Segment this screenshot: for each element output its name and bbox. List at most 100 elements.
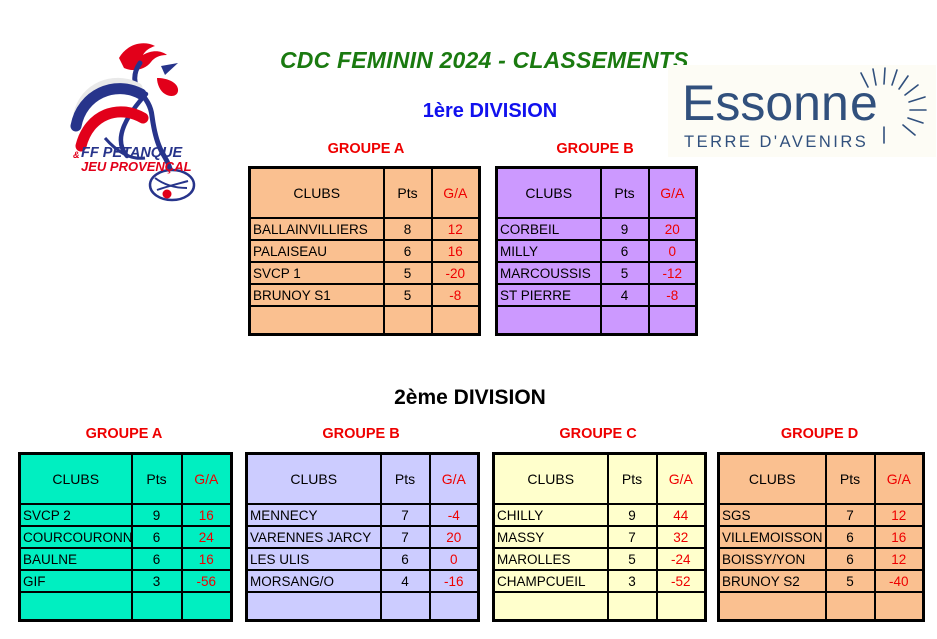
table-row: BAULNE 6 16 bbox=[18, 547, 233, 571]
table-header-row: CLUBS Pts G/A bbox=[495, 166, 698, 219]
cell-pts: 6 bbox=[824, 547, 876, 571]
cell-pts: 6 bbox=[382, 239, 433, 263]
ffpjp-wordmark-line2: JEU PROVENÇAL bbox=[81, 159, 192, 174]
cell-pts: 4 bbox=[599, 283, 650, 307]
table-row-empty bbox=[248, 305, 481, 336]
cell-ga: -40 bbox=[873, 569, 925, 593]
cell-pts-empty bbox=[130, 591, 183, 622]
table-header-row: CLUBS Pts G/A bbox=[18, 452, 233, 505]
table-row: ST PIERRE 4 -8 bbox=[495, 283, 698, 307]
cell-ga-empty bbox=[873, 591, 925, 622]
cell-pts: 6 bbox=[824, 525, 876, 549]
d2-groupe-a-caption: GROUPE A bbox=[85, 426, 163, 442]
cell-ga: -24 bbox=[655, 547, 707, 571]
cell-pts-empty bbox=[382, 305, 433, 336]
column-header-clubs: CLUBS bbox=[717, 452, 827, 505]
table-row: SVCP 2 9 16 bbox=[18, 503, 233, 527]
table-row: BRUNOY S1 5 -8 bbox=[248, 283, 481, 307]
cell-ga: -12 bbox=[647, 261, 698, 285]
cell-pts: 5 bbox=[606, 547, 658, 571]
table-row: CHAMPCUEIL 3 -52 bbox=[492, 569, 707, 593]
cell-ga-empty bbox=[430, 305, 481, 336]
d2-groupe-b-table: CLUBS Pts G/A MENNECY 7 -4 VARENNES JARC… bbox=[245, 452, 480, 622]
ffpjp-logo: & FF PETANQUE JEU PROVENÇAL bbox=[45, 18, 220, 203]
cell-ga: 16 bbox=[430, 239, 481, 263]
table-header-row: CLUBS Pts G/A bbox=[248, 166, 481, 219]
cell-club: MARCOUSSIS bbox=[495, 261, 602, 285]
column-header-pts: Pts bbox=[599, 166, 650, 219]
division-1-title: 1ère DIVISION bbox=[422, 100, 558, 122]
column-header-clubs: CLUBS bbox=[18, 452, 133, 505]
table-row: BOISSY/YON 6 12 bbox=[717, 547, 925, 571]
cell-club: LES ULIS bbox=[245, 547, 382, 571]
cell-ga: 20 bbox=[428, 525, 480, 549]
column-header-clubs: CLUBS bbox=[492, 452, 609, 505]
table-row: SVCP 1 5 -20 bbox=[248, 261, 481, 285]
cell-pts: 9 bbox=[606, 503, 658, 527]
cell-pts: 7 bbox=[379, 525, 431, 549]
table-header-row: CLUBS Pts G/A bbox=[717, 452, 925, 505]
table-row-empty bbox=[717, 591, 925, 622]
table-row: MORSANG/O 4 -16 bbox=[245, 569, 480, 593]
column-header-pts: Pts bbox=[379, 452, 431, 505]
essonne-tagline: TERRE D'AVENIRS bbox=[684, 133, 868, 151]
cell-club: VILLEMOISSON bbox=[717, 525, 827, 549]
table-row: BRUNOY S2 5 -40 bbox=[717, 569, 925, 593]
d2-groupe-a-table: CLUBS Pts G/A SVCP 2 9 16 COURCOURONNES … bbox=[18, 452, 233, 622]
cell-club: MASSY bbox=[492, 525, 609, 549]
cell-pts: 3 bbox=[130, 569, 183, 593]
cell-ga: 12 bbox=[873, 547, 925, 571]
cell-pts: 8 bbox=[382, 217, 433, 241]
table-row: VILLEMOISSON 6 16 bbox=[717, 525, 925, 549]
table-row: LES ULIS 6 0 bbox=[245, 547, 480, 571]
cell-club-empty bbox=[245, 591, 382, 622]
cell-pts: 9 bbox=[599, 217, 650, 241]
cell-club: COURCOURONNES bbox=[18, 525, 133, 549]
cell-club: BRUNOY S1 bbox=[248, 283, 385, 307]
cell-club: CHAMPCUEIL bbox=[492, 569, 609, 593]
cell-club: PALAISEAU bbox=[248, 239, 385, 263]
essonne-logo: Essonn e TERRE D'AVENIRS bbox=[668, 65, 936, 157]
cell-club-empty bbox=[18, 591, 133, 622]
cell-club: MAROLLES bbox=[492, 547, 609, 571]
cell-ga: 16 bbox=[873, 525, 925, 549]
column-header-clubs: CLUBS bbox=[248, 166, 385, 219]
cell-club: CHILLY bbox=[492, 503, 609, 527]
cell-club-empty bbox=[492, 591, 609, 622]
table-row: MAROLLES 5 -24 bbox=[492, 547, 707, 571]
table-row: CHILLY 9 44 bbox=[492, 503, 707, 527]
table-row: GIF 3 -56 bbox=[18, 569, 233, 593]
cell-club: MILLY bbox=[495, 239, 602, 263]
table-row: MASSY 7 32 bbox=[492, 525, 707, 549]
table-row-empty bbox=[18, 591, 233, 622]
cell-ga-empty bbox=[428, 591, 480, 622]
column-header-pts: Pts bbox=[130, 452, 183, 505]
d1-groupe-b-caption: GROUPE B bbox=[556, 141, 634, 157]
table-row-empty bbox=[495, 305, 698, 336]
table-header-row: CLUBS Pts G/A bbox=[245, 452, 480, 505]
d2-groupe-d-table: CLUBS Pts G/A SGS 7 12 VILLEMOISSON 6 16… bbox=[717, 452, 925, 622]
cell-club-empty bbox=[495, 305, 602, 336]
cell-ga: 24 bbox=[180, 525, 233, 549]
cell-club-empty bbox=[248, 305, 385, 336]
cell-ga: -8 bbox=[430, 283, 481, 307]
cell-ga: 32 bbox=[655, 525, 707, 549]
cell-ga: -52 bbox=[655, 569, 707, 593]
column-header-ga: G/A bbox=[873, 452, 925, 505]
cell-pts-empty bbox=[379, 591, 431, 622]
cell-pts: 5 bbox=[599, 261, 650, 285]
d2-groupe-c-table: CLUBS Pts G/A CHILLY 9 44 MASSY 7 32 MAR… bbox=[492, 452, 707, 622]
cell-pts: 5 bbox=[824, 569, 876, 593]
cell-pts-empty bbox=[599, 305, 650, 336]
cell-ga: -20 bbox=[430, 261, 481, 285]
cell-ga-empty bbox=[655, 591, 707, 622]
cell-ga: 16 bbox=[180, 503, 233, 527]
cell-club: MENNECY bbox=[245, 503, 382, 527]
cell-ga: -4 bbox=[428, 503, 480, 527]
cell-club: GIF bbox=[18, 569, 133, 593]
cell-ga: 0 bbox=[428, 547, 480, 571]
column-header-pts: Pts bbox=[382, 166, 433, 219]
table-row: MARCOUSSIS 5 -12 bbox=[495, 261, 698, 285]
cell-ga: 12 bbox=[430, 217, 481, 241]
cell-club: ST PIERRE bbox=[495, 283, 602, 307]
